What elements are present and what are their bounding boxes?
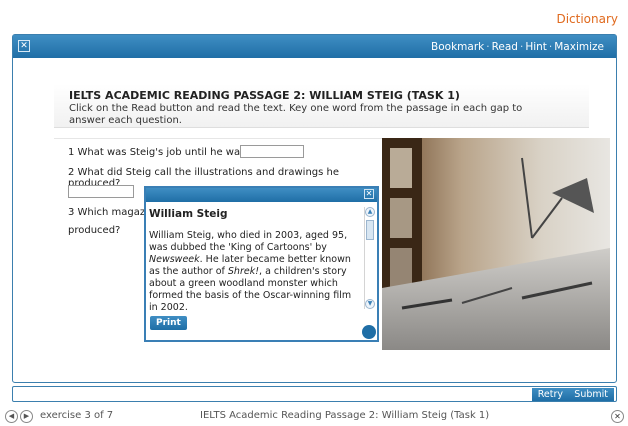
question-3-continued: produced?: [68, 225, 121, 236]
window-close-icon[interactable]: ✕: [18, 40, 30, 52]
popup-close-icon[interactable]: ✕: [364, 189, 374, 199]
popup-title-bar: ✕: [146, 188, 377, 202]
answer-input-1[interactable]: [240, 145, 304, 158]
bookmark-link[interactable]: Bookmark: [431, 41, 484, 53]
retry-button[interactable]: Retry: [531, 388, 569, 401]
popup-heading: William Steig: [149, 208, 228, 220]
scroll-thumb[interactable]: [366, 220, 374, 240]
separator: ·: [486, 41, 490, 53]
window-toolbar: Bookmark · Read · Hint · Maximize: [431, 41, 604, 53]
footer-exercise-title: IELTS Academic Reading Passage 2: Willia…: [200, 410, 490, 421]
popup-scrollbar[interactable]: ▲ ▼: [364, 207, 375, 309]
scroll-down-icon[interactable]: ▼: [365, 299, 375, 309]
popup-text-italic: Newsweek: [149, 254, 200, 265]
popup-text-part: William Steig, who died in 2003, aged 95…: [149, 230, 348, 253]
popup-text: William Steig, who died in 2003, aged 95…: [149, 230, 361, 314]
steig-photo: [382, 138, 610, 350]
exercise-title: IELTS ACADEMIC READING PASSAGE 2: WILLIA…: [69, 89, 460, 102]
print-button[interactable]: Print: [150, 316, 187, 330]
question-1: 1 What was Steig's job until he was 60?: [68, 147, 267, 158]
exercise-counter: exercise 3 of 7: [40, 410, 114, 421]
separator: ·: [519, 41, 524, 53]
maximize-link[interactable]: Maximize: [554, 41, 604, 53]
submit-button[interactable]: Submit: [568, 388, 614, 401]
footer: ◀ ▶ exercise 3 of 7 IELTS Academic Readi…: [0, 410, 628, 426]
footer-close-icon[interactable]: ✕: [611, 410, 624, 423]
exercise-header: IELTS ACADEMIC READING PASSAGE 2: WILLIA…: [54, 84, 589, 128]
window-title-bar: ✕ Bookmark · Read · Hint · Maximize: [13, 35, 616, 58]
next-exercise-icon[interactable]: ▶: [20, 410, 33, 423]
hint-link[interactable]: Hint: [525, 41, 547, 53]
desk-lamp-image: [382, 138, 610, 350]
previous-exercise-icon[interactable]: ◀: [5, 410, 18, 423]
popup-text-italic: Shrek!: [227, 266, 260, 277]
separator: ·: [548, 41, 553, 53]
resize-handle-icon[interactable]: [362, 325, 376, 339]
exercise-instructions: Click on the Read button and read the te…: [69, 103, 523, 126]
read-link[interactable]: Read: [492, 41, 518, 53]
dictionary-popup: ✕ William Steig William Steig, who died …: [144, 186, 379, 342]
dictionary-link[interactable]: Dictionary: [556, 12, 618, 26]
scroll-up-icon[interactable]: ▲: [365, 207, 375, 217]
answer-input-2[interactable]: [68, 185, 134, 198]
action-bar: Retry Submit: [12, 386, 617, 402]
